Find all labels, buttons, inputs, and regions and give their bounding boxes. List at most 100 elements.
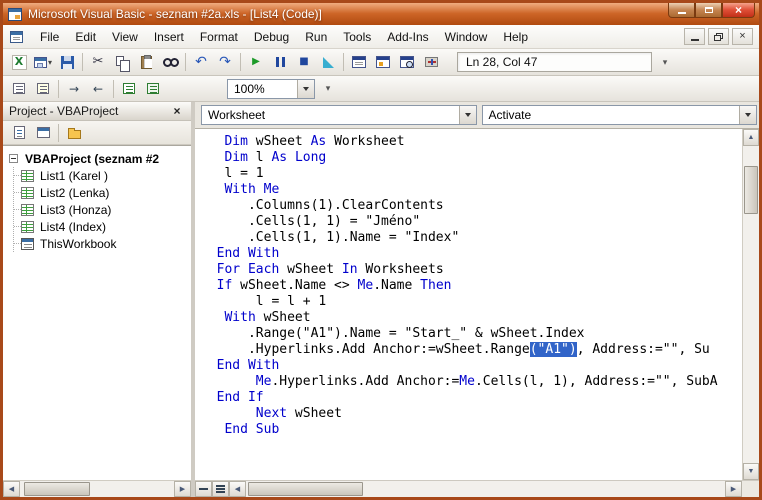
scroll-left-button[interactable]: ◀ [3,481,20,497]
code-line-14[interactable]: .Hyperlinks.Add Anchor:=wSheet.Range("A1… [201,342,742,358]
code-line-18[interactable]: Next wSheet [201,406,742,422]
menu-view[interactable]: View [104,26,146,48]
code-line-16[interactable]: Me.Hyperlinks.Add Anchor:=Me.Cells(l, 1)… [201,374,742,390]
menu-window[interactable]: Window [437,26,496,48]
code-token: .Hyperlinks.Add Anchor:= [271,374,460,389]
project-item-list1-karel[interactable]: List1 (Karel ) [14,167,189,184]
code-line-4[interactable]: With Me [201,182,742,198]
menu-insert[interactable]: Insert [146,26,192,48]
minimize-button[interactable] [668,3,695,18]
child-close-button[interactable]: × [732,28,753,45]
toolbox-button[interactable] [419,51,443,73]
child-restore-button[interactable] [708,28,729,45]
toolbar-options-button[interactable]: ▾ [658,57,672,68]
redo-button[interactable]: ↷ [213,51,237,73]
undo-button[interactable]: ↶ [189,51,213,73]
indent-button[interactable]: → [62,78,86,100]
scroll-track[interactable] [743,146,759,463]
properties-window-button[interactable] [371,51,395,73]
scroll-track[interactable] [246,481,725,497]
procedure-view-button[interactable] [195,481,212,497]
code-line-3[interactable]: l = 1 [201,166,742,182]
comment-block-button[interactable] [117,78,141,100]
object-dropdown-button[interactable] [458,106,476,124]
menu-help[interactable]: Help [495,26,536,48]
view-code-button[interactable] [7,122,31,144]
code-line-5[interactable]: .Columns(1).ClearContents [201,198,742,214]
maximize-button[interactable] [695,3,722,18]
procedure-dropdown[interactable]: Activate [481,105,757,125]
code-line-9[interactable]: For Each wSheet In Worksheets [201,262,742,278]
project-item-list4-index[interactable]: List4 (Index) [14,218,189,235]
run-sub-button[interactable]: ▶ [244,51,268,73]
project-tree-root[interactable]: VBAProject (seznam #2 [5,150,189,167]
scroll-track[interactable] [20,481,174,497]
code-line-7[interactable]: .Cells(1, 1).Name = "Index" [201,230,742,246]
minimize-icon [677,12,686,14]
code-line-1[interactable]: Dim wSheet As Worksheet [201,134,742,150]
project-item-thisworkbook[interactable]: ThisWorkbook [14,235,189,252]
menu-format[interactable]: Format [192,26,246,48]
reset-button[interactable]: ■ [292,51,316,73]
find-button[interactable] [158,51,182,73]
scroll-thumb[interactable] [248,482,363,496]
insert-userform-button[interactable]: ▾ [31,51,55,73]
scroll-right-button[interactable]: ▶ [725,481,742,497]
copy-button[interactable] [110,51,134,73]
code-line-19[interactable]: End Sub [201,422,742,438]
toggle-folders-button[interactable] [62,122,86,144]
reset-icon: ■ [299,56,309,67]
parameter-info-button[interactable] [31,78,55,100]
menu-file[interactable]: File [32,26,67,48]
scroll-up-button[interactable]: ▲ [743,129,759,146]
zoom-combobox[interactable]: 100% [227,78,315,99]
code-line-15[interactable]: End With [201,358,742,374]
menu-add-ins[interactable]: Add-Ins [379,26,436,48]
menu-edit[interactable]: Edit [67,26,104,48]
scroll-down-button[interactable]: ▼ [743,463,759,480]
code-line-8[interactable]: End With [201,246,742,262]
zoom-dropdown-button[interactable] [297,79,314,98]
save-button[interactable] [55,51,79,73]
project-item-list2-lenka[interactable]: List2 (Lenka) [14,184,189,201]
find-icon [162,54,179,70]
design-mode-button[interactable] [316,51,340,73]
code-editor[interactable]: Dim wSheet As Worksheet Dim l As Long l … [195,129,742,480]
paste-button[interactable] [134,51,158,73]
edit-toolbar-options-button[interactable]: ▾ [321,83,335,94]
menu-run[interactable]: Run [297,26,335,48]
code-line-12[interactable]: With wSheet [201,310,742,326]
project-item-list3-honza[interactable]: List3 (Honza) [14,201,189,218]
code-line-2[interactable]: Dim l As Long [201,150,742,166]
scroll-thumb[interactable] [744,166,758,214]
project-explorer-button[interactable] [347,51,371,73]
view-object-button[interactable] [31,122,55,144]
code-line-10[interactable]: If wSheet.Name <> Me.Name Then [201,278,742,294]
uncomment-block-button[interactable] [141,78,165,100]
list-properties-button[interactable] [7,78,31,100]
scroll-left-button[interactable]: ◀ [229,481,246,497]
procedure-dropdown-button[interactable] [739,106,756,124]
code-line-6[interactable]: .Cells(1, 1) = "Jméno" [201,214,742,230]
close-button[interactable]: × [722,3,755,18]
object-dropdown[interactable]: Worksheet [201,105,477,125]
full-module-view-button[interactable] [212,481,229,497]
scroll-thumb[interactable] [24,482,90,496]
code-line-11[interactable]: l = l + 1 [201,294,742,310]
outdent-button[interactable]: ← [86,78,110,100]
menu-tools[interactable]: Tools [335,26,379,48]
break-button[interactable] [268,51,292,73]
menu-debug[interactable]: Debug [246,26,297,48]
scroll-right-button[interactable]: ▶ [174,481,191,497]
child-minimize-button[interactable] [684,28,705,45]
code-line-17[interactable]: End If [201,390,742,406]
collapse-icon[interactable] [9,154,18,163]
object-browser-button[interactable] [395,51,419,73]
titlebar[interactable]: Microsoft Visual Basic - seznam #2a.xls … [3,3,759,25]
code-line-13[interactable]: .Range("A1").Name = "Start_" & wSheet.In… [201,326,742,342]
project-panel-close-button[interactable]: × [169,104,185,118]
view-microsoft-excel-button[interactable]: X [7,51,31,73]
keyword-token: End With [216,246,280,261]
cut-button[interactable]: ✂ [86,51,110,73]
